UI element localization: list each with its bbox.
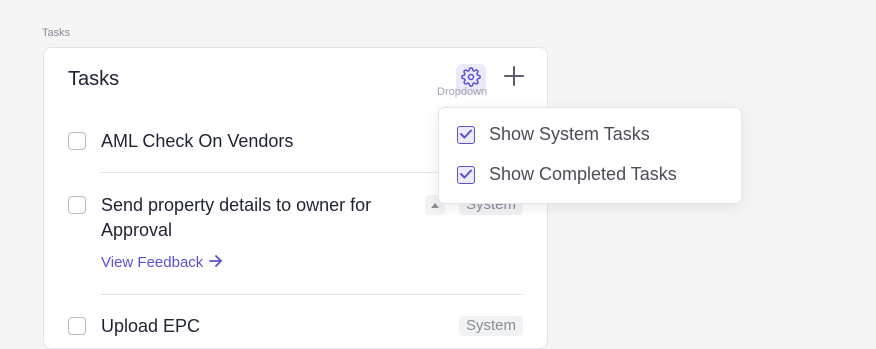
task-title-aml[interactable]: AML Check On Vendors <box>101 129 293 154</box>
task-divider <box>100 294 523 295</box>
task-title-upload-epc[interactable]: Upload EPC <box>101 314 200 339</box>
task-title-send-property-line1[interactable]: Send property details to owner for <box>101 193 371 218</box>
show-system-tasks-label: Show System Tasks <box>489 124 650 144</box>
plus-icon <box>503 65 525 92</box>
task-checkbox-aml[interactable] <box>68 132 86 150</box>
view-feedback-label: View Feedback <box>101 254 204 271</box>
completed-tasks-checkbox[interactable] <box>457 165 475 184</box>
task-checkbox-upload-epc[interactable] <box>68 317 86 335</box>
task-filter-dropdown: Show System Tasks Show Completed Tasks <box>438 107 742 204</box>
show-completed-tasks-label: Show Completed Tasks <box>489 164 677 184</box>
show-completed-tasks-option[interactable]: Show Completed Tasks <box>457 164 677 185</box>
task-title-send-property-line2[interactable]: Approval <box>101 218 172 243</box>
task-checkbox-send-property[interactable] <box>68 196 86 214</box>
show-system-tasks-option[interactable]: Show System Tasks <box>457 124 650 145</box>
arrow-right-icon <box>209 254 223 271</box>
card-title: Tasks <box>68 68 120 90</box>
page-label: Tasks <box>42 27 71 39</box>
check-icon <box>460 166 472 184</box>
system-tasks-checkbox[interactable] <box>457 125 475 144</box>
status-badge: System <box>458 316 523 336</box>
check-icon <box>460 126 472 144</box>
view-feedback-link[interactable]: View Feedback <box>101 254 223 271</box>
dropdown-tooltip: Dropdown <box>437 86 488 98</box>
add-task-button[interactable] <box>501 65 527 91</box>
